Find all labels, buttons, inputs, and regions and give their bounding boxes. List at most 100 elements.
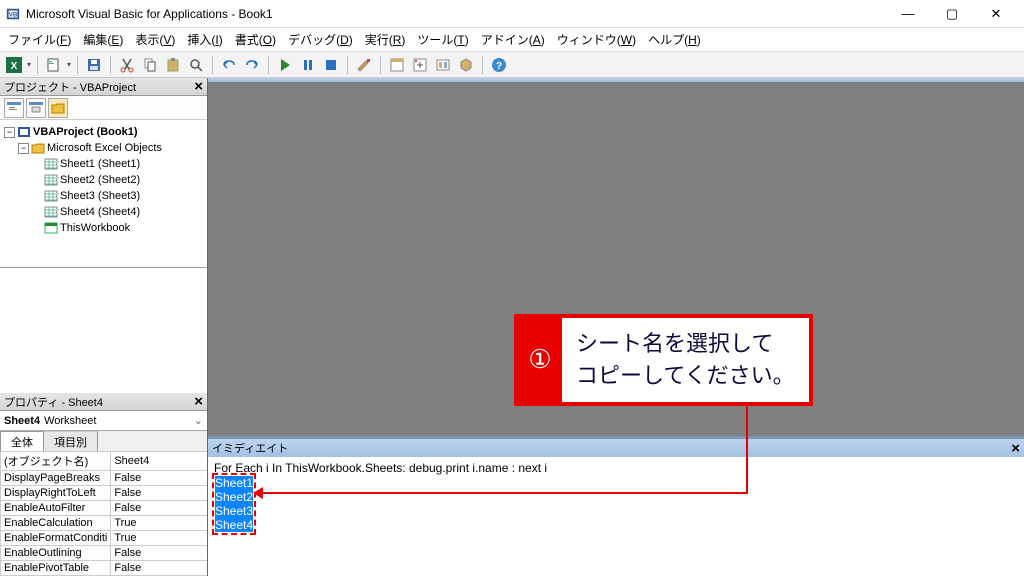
find-icon[interactable] (186, 55, 206, 75)
pause-icon[interactable] (298, 55, 318, 75)
property-object-selector[interactable]: Sheet4 Worksheet ⌄ (0, 411, 207, 431)
toolbar: X ▾ ▾ ? (0, 52, 1024, 78)
tree-collapse-icon[interactable]: − (18, 143, 29, 154)
menubar: ファイル(F)編集(E)表示(V)挿入(I)書式(O)デバッグ(D)実行(R)ツ… (0, 28, 1024, 52)
property-row[interactable]: (オブジェクト名)Sheet4 (1, 452, 208, 471)
callout-text: シート名を選択して コピーしてください。 (562, 318, 809, 402)
immediate-title: イミディエイト × (208, 439, 1024, 457)
immediate-close-icon[interactable]: × (1011, 440, 1020, 457)
property-object-name: Sheet4 (4, 415, 40, 427)
copy-icon[interactable] (140, 55, 160, 75)
toolbox-icon[interactable] (456, 55, 476, 75)
redo-icon[interactable] (242, 55, 262, 75)
maximize-button[interactable]: ▢ (930, 0, 974, 28)
project-panel-label: プロジェクト - VBAProject (4, 79, 136, 95)
property-row[interactable]: EnableAutoFilterFalse (1, 501, 208, 516)
menu-t[interactable]: ツール(T) (411, 28, 474, 51)
sheet-icon (44, 206, 58, 218)
project-tree[interactable]: − VBAProject (Book1) − Microsoft Excel O… (0, 120, 207, 268)
project-panel-close-icon[interactable]: × (194, 81, 203, 93)
minimize-button[interactable]: — (886, 0, 930, 28)
property-row[interactable]: DisplayRightToLeftFalse (1, 486, 208, 501)
immediate-output-line[interactable]: Sheet1 (215, 476, 253, 490)
menu-o[interactable]: 書式(O) (229, 28, 282, 51)
sheet-icon (44, 190, 58, 202)
dropdown-icon[interactable]: ▾ (67, 60, 71, 69)
view-code-icon[interactable] (4, 98, 24, 118)
paste-icon[interactable] (163, 55, 183, 75)
dropdown-icon[interactable]: ▾ (27, 60, 31, 69)
project-toolbar (0, 96, 207, 120)
mdi-area: イミディエイト × For Each i In ThisWorkbook.She… (208, 78, 1024, 576)
sheet-icon (44, 174, 58, 186)
property-row[interactable]: EnableOutliningFalse (1, 546, 208, 561)
workbook-icon (44, 222, 58, 234)
immediate-body[interactable]: For Each i In ThisWorkbook.Sheets: debug… (208, 457, 1024, 576)
callout-arrow (263, 492, 748, 494)
property-row[interactable]: EnableFormatConditiTrue (1, 531, 208, 546)
titlebar: VB Microsoft Visual Basic for Applicatio… (0, 0, 1024, 28)
insert-module-icon[interactable] (44, 55, 64, 75)
tree-folder[interactable]: Microsoft Excel Objects (47, 142, 162, 154)
tree-item[interactable]: ThisWorkbook (2, 220, 205, 236)
immediate-label: イミディエイト (212, 440, 288, 456)
sheet-icon (44, 158, 58, 170)
save-icon[interactable] (84, 55, 104, 75)
properties-panel-close-icon[interactable]: × (194, 396, 203, 408)
immediate-window: イミディエイト × For Each i In ThisWorkbook.She… (208, 436, 1024, 576)
menu-f[interactable]: ファイル(F) (2, 28, 77, 51)
excel-icon[interactable]: X (4, 55, 24, 75)
svg-text:?: ? (496, 61, 502, 72)
properties-panel-title: プロパティ - Sheet4 × (0, 393, 207, 411)
app-icon: VB (6, 7, 20, 21)
project-panel-title: プロジェクト - VBAProject × (0, 78, 207, 96)
properties-panel-label: プロパティ - Sheet4 (4, 394, 103, 410)
immediate-output-line[interactable]: Sheet4 (215, 518, 253, 532)
tab-alphabetic[interactable]: 全体 (0, 431, 44, 451)
vba-project-icon (17, 126, 31, 138)
left-panel: プロジェクト - VBAProject × − VBAProject (Book… (0, 78, 208, 576)
cut-icon[interactable] (117, 55, 137, 75)
design-mode-icon[interactable] (354, 55, 374, 75)
menu-h[interactable]: ヘルプ(H) (642, 28, 707, 51)
menu-e[interactable]: 編集(E) (77, 28, 129, 51)
menu-v[interactable]: 表示(V) (129, 28, 181, 51)
help-icon[interactable]: ? (489, 55, 509, 75)
tree-item[interactable]: Sheet1 (Sheet1) (2, 156, 205, 172)
property-row[interactable]: EnablePivotTableFalse (1, 561, 208, 576)
tree-item[interactable]: Sheet2 (Sheet2) (2, 172, 205, 188)
tree-collapse-icon[interactable]: − (4, 127, 15, 138)
tree-item[interactable]: Sheet4 (Sheet4) (2, 204, 205, 220)
menu-r[interactable]: 実行(R) (359, 28, 412, 51)
property-tabs: 全体 項目別 (0, 431, 207, 451)
immediate-output-line[interactable]: Sheet2 (215, 490, 253, 504)
tree-item[interactable]: Sheet3 (Sheet3) (2, 188, 205, 204)
svg-text:X: X (11, 61, 18, 72)
immediate-code-line[interactable]: For Each i In ThisWorkbook.Sheets: debug… (214, 461, 1018, 475)
window-title: Microsoft Visual Basic for Applications … (26, 7, 886, 21)
toggle-folders-icon[interactable] (48, 98, 68, 118)
tab-categorized[interactable]: 項目別 (43, 431, 98, 451)
menu-d[interactable]: デバッグ(D) (282, 28, 359, 51)
callout-arrow (746, 406, 748, 492)
property-row[interactable]: EnableCalculationTrue (1, 516, 208, 531)
undo-icon[interactable] (219, 55, 239, 75)
property-row[interactable]: DisplayPageBreaksFalse (1, 471, 208, 486)
menu-a[interactable]: アドイン(A) (475, 28, 551, 51)
project-explorer-icon[interactable] (387, 55, 407, 75)
run-icon[interactable] (275, 55, 295, 75)
callout-arrowhead (253, 487, 263, 499)
tree-root[interactable]: VBAProject (Book1) (33, 126, 138, 138)
callout-number: ① (518, 318, 562, 402)
properties-icon[interactable] (410, 55, 430, 75)
dropdown-icon[interactable]: ⌄ (194, 414, 203, 427)
svg-text:VB: VB (9, 11, 18, 18)
stop-icon[interactable] (321, 55, 341, 75)
property-grid[interactable]: (オブジェクト名)Sheet4DisplayPageBreaksFalseDis… (0, 451, 207, 576)
close-button[interactable]: ✕ (974, 0, 1018, 28)
object-browser-icon[interactable] (433, 55, 453, 75)
immediate-output-line[interactable]: Sheet3 (215, 504, 253, 518)
menu-i[interactable]: 挿入(I) (181, 28, 228, 51)
view-object-icon[interactable] (26, 98, 46, 118)
menu-w[interactable]: ウィンドウ(W) (551, 28, 642, 51)
